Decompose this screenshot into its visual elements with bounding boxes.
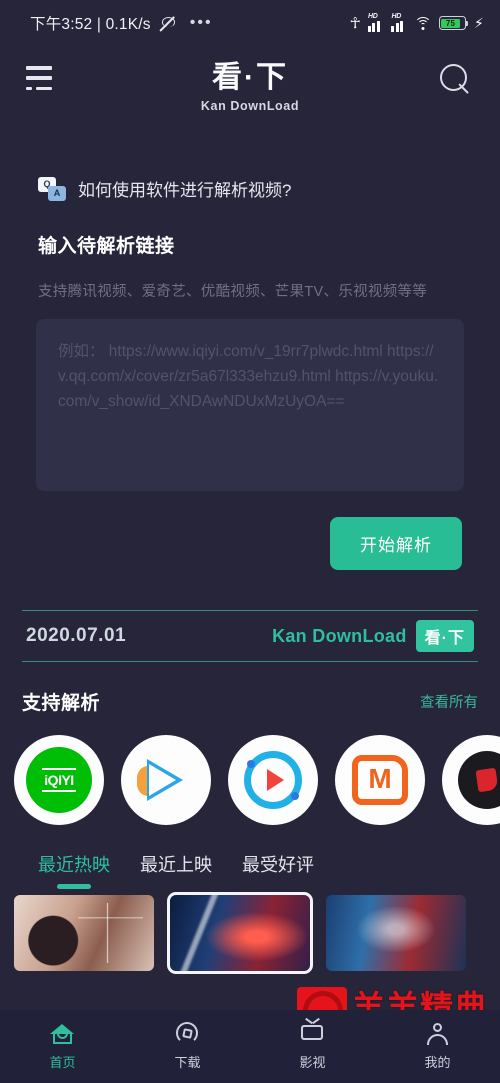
page-subtitle: Kan DownLoad [200, 99, 300, 114]
page-title: 看·下 [212, 61, 288, 94]
link-textarea-wrapper: 例如： https://www.iqiyi.com/v_19rr7plwdc.h… [0, 301, 500, 491]
nav-label-home: 首页 [49, 1055, 76, 1070]
movie-tabs: 最近热映 最近上映 最受好评 [0, 825, 500, 889]
status-time-netspeed: 下午3:52 | 0.1K/s [30, 16, 151, 33]
link-input[interactable]: 例如： https://www.iqiyi.com/v_19rr7plwdc.h… [36, 319, 464, 491]
support-title: 支持解析 [22, 693, 101, 714]
download-icon [175, 1022, 200, 1045]
nav-label-download: 下载 [174, 1055, 201, 1070]
wifi-icon [414, 16, 432, 30]
bluetooth-icon: ☥ [349, 14, 361, 32]
hd-label-2: HD [391, 12, 401, 20]
battery-level: 75 [441, 18, 460, 28]
iqiyi-logo[interactable]: iQIYI [14, 735, 104, 825]
qa-answer-bubble: A [48, 185, 66, 201]
hd-label-1: HD [367, 12, 378, 20]
home-icon [50, 1022, 75, 1045]
input-section-title: 输入待解析链接 [38, 236, 175, 257]
app-screen: 下午3:52 | 0.1K/s ••• ☥ HD HD 75 ⚡ 看·下 Kan… [0, 0, 500, 1083]
search-icon[interactable] [440, 64, 474, 98]
battery-icon: 75 [438, 16, 469, 30]
hamburger-menu-icon[interactable] [26, 64, 60, 90]
status-bar-right: ☥ HD HD 75 ⚡ [349, 12, 484, 33]
howto-label: 如何使用软件进行解析视频? [78, 181, 292, 200]
mango-logo-text: M [368, 763, 392, 794]
date-banner: 2020.07.01 Kan DownLoad 看·下 [22, 610, 478, 662]
banner-brand-badge: 看·下 [415, 620, 474, 652]
nav-item-download[interactable]: 下载 [125, 1022, 250, 1071]
view-all-link[interactable]: 查看所有 [420, 691, 478, 712]
qa-bubble-icon: Q A [38, 176, 66, 201]
person-icon [425, 1022, 450, 1045]
tab-recent-release[interactable]: 最近上映 [140, 851, 212, 889]
signal-bars-1-icon: HD [367, 12, 385, 33]
howto-row[interactable]: Q A 如何使用软件进行解析视频? [0, 138, 500, 201]
app-brand: 看·下 Kan DownLoad [0, 61, 500, 114]
mute-icon [159, 15, 176, 32]
nav-item-home[interactable]: 首页 [0, 1022, 125, 1071]
input-section-description: 支持腾讯视频、爱奇艺、优酷视频、芒果TV、乐视视频等等 [38, 284, 428, 300]
iqiyi-logo-text: iQIYI [42, 768, 76, 792]
parse-button-row: 开始解析 [0, 491, 500, 570]
banner-date: 2020.07.01 [26, 625, 127, 646]
support-header: 支持解析 查看所有 [0, 662, 500, 715]
nav-item-profile[interactable]: 我的 [375, 1022, 500, 1071]
tab-recent-hot[interactable]: 最近热映 [38, 851, 110, 889]
poster-1[interactable] [14, 895, 154, 971]
status-ellipsis-icon: ••• [189, 14, 213, 31]
start-parse-button[interactable]: 开始解析 [330, 517, 462, 570]
poster-2[interactable] [167, 892, 313, 974]
status-bar-left: 下午3:52 | 0.1K/s ••• [30, 12, 350, 34]
app-header: 看·下 Kan DownLoad [0, 46, 500, 138]
tencent-video-logo[interactable] [121, 735, 211, 825]
mango-tv-logo[interactable]: M [335, 735, 425, 825]
banner-brand-en: Kan DownLoad [272, 625, 407, 646]
platform-logo-list: iQIYI M [0, 715, 500, 825]
movie-poster-list [0, 889, 500, 974]
tv-icon [300, 1017, 325, 1045]
bottom-navigation: 首页 下载 影视 我的 [0, 1010, 500, 1083]
charging-bolt-icon: ⚡ [473, 14, 484, 31]
nav-label-video: 影视 [299, 1055, 326, 1070]
tab-top-rated[interactable]: 最受好评 [242, 851, 314, 889]
signal-bars-2-icon: HD [391, 12, 408, 33]
banner-brand-group: Kan DownLoad 看·下 [272, 620, 474, 652]
poster-3[interactable] [326, 895, 466, 971]
nav-label-profile: 我的 [424, 1055, 451, 1070]
status-bar: 下午3:52 | 0.1K/s ••• ☥ HD HD 75 ⚡ [0, 0, 500, 46]
nav-item-video[interactable]: 影视 [250, 1017, 375, 1071]
letv-logo[interactable] [442, 735, 500, 825]
youku-logo[interactable] [228, 735, 318, 825]
